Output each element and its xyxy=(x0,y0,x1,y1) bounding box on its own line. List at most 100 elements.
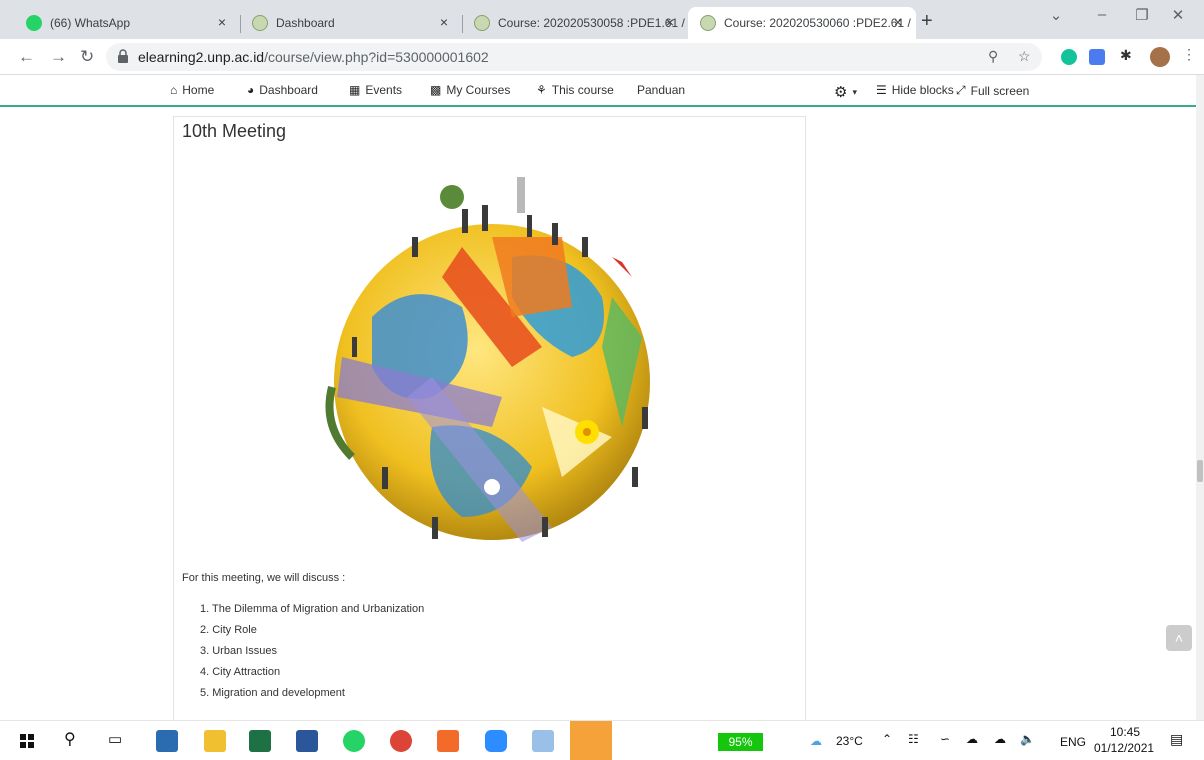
nav-home-label: Home xyxy=(182,83,215,97)
store-icon[interactable] xyxy=(156,730,178,752)
tab-course-pde1[interactable]: Course: 202020530058 :PDE1.61 / × xyxy=(462,7,688,39)
back-to-top-button[interactable]: ˄ xyxy=(1166,625,1192,651)
volume-icon[interactable]: 🔈 xyxy=(1020,732,1035,746)
page-scrollbar[interactable] xyxy=(1196,75,1204,720)
minimize-icon[interactable]: – xyxy=(1090,6,1114,23)
list-item: 5. Migration and development xyxy=(200,687,345,699)
app-icon[interactable] xyxy=(437,730,459,752)
nav-dashboard-label: Dashboard xyxy=(259,83,318,97)
tab-search-icon[interactable]: ⌄ xyxy=(1044,6,1068,24)
nav-home[interactable]: ⌂ Home xyxy=(170,83,214,97)
tab-course-pde2[interactable]: Course: 202020530060 :PDE2.61 / × xyxy=(688,7,916,39)
section-intro: For this meeting, we will discuss : xyxy=(182,572,346,584)
bookmark-star-icon[interactable]: ☆ xyxy=(1018,48,1031,65)
topic-list: 1. The Dilemma of Migration and Urbaniza… xyxy=(200,603,424,708)
whatsapp-taskbar-icon[interactable] xyxy=(343,730,365,752)
wifi-icon[interactable]: ∽ xyxy=(940,732,950,746)
chevron-up-icon[interactable]: ⌃ xyxy=(882,732,892,746)
task-view-icon[interactable]: ▭ xyxy=(108,730,122,748)
course-section-panel: 10th Meeting For this meeting, we will d… xyxy=(173,116,806,720)
moodle-icon xyxy=(252,15,268,31)
briefcase-icon: ▩ xyxy=(430,83,442,97)
file-explorer-icon[interactable] xyxy=(204,730,226,752)
nav-events-label: Events xyxy=(365,83,403,97)
full-screen-label: Full screen xyxy=(970,83,1030,98)
hide-blocks-button[interactable]: ☰ Hide blocks xyxy=(876,83,954,97)
new-tab-button[interactable]: + xyxy=(921,10,933,33)
nav-panduan-label: Panduan xyxy=(637,83,686,97)
back-icon[interactable]: ← xyxy=(18,47,35,67)
chrome-icon[interactable] xyxy=(390,730,412,752)
tab-dashboard[interactable]: Dashboard × xyxy=(240,7,462,39)
url-path: /course/view.php?id=530000001602 xyxy=(264,49,489,65)
tab-whatsapp[interactable]: (66) WhatsApp × xyxy=(14,7,240,39)
close-tab-icon[interactable]: × xyxy=(662,14,678,30)
forward-icon[interactable]: → xyxy=(50,47,67,67)
address-toolbar: ← → ↻ elearning2.unp.ac.id/course/view.p… xyxy=(0,39,1204,75)
reload-icon[interactable]: ↻ xyxy=(80,47,94,67)
browser-tab-strip: (66) WhatsApp × Dashboard × Course: 2020… xyxy=(0,0,1204,39)
nav-dashboard[interactable]: ◕ Dashboard xyxy=(247,83,318,97)
nav-this-course[interactable]: ⚘ This course xyxy=(536,83,614,97)
zoom-app-icon[interactable] xyxy=(485,730,507,752)
list-item: 3. Urban Issues xyxy=(200,645,278,657)
tab-title: Course: 202020530058 :PDE1.61 / xyxy=(498,16,685,30)
lock-icon xyxy=(118,49,128,63)
notes-app-icon[interactable] xyxy=(532,730,554,752)
cloud-sync-icon[interactable]: ☁ xyxy=(966,732,978,746)
close-window-icon[interactable]: ✕ xyxy=(1166,6,1190,24)
profile-avatar[interactable] xyxy=(1150,47,1170,67)
url-host: elearning2.unp.ac.id xyxy=(138,49,265,65)
settings-menu[interactable]: ⚙ ▾ xyxy=(834,83,857,101)
gear-icon: ⚙ xyxy=(834,84,848,101)
notification-icon[interactable]: ▤ xyxy=(1170,731,1183,748)
zoom-icon[interactable]: ⚲ xyxy=(988,48,998,65)
nav-events[interactable]: ▦ Events xyxy=(349,83,402,97)
close-tab-icon[interactable]: × xyxy=(436,14,452,30)
page-content: 10th Meeting For this meeting, we will d… xyxy=(0,108,1196,720)
close-tab-icon[interactable]: × xyxy=(890,14,906,30)
search-icon[interactable]: ⚲ xyxy=(64,729,76,749)
translate-extension-icon[interactable] xyxy=(1089,49,1105,65)
full-screen-button[interactable]: ⤢ Full screen xyxy=(956,83,1029,98)
list-item: 1. The Dilemma of Migration and Urbaniza… xyxy=(200,603,425,615)
language-indicator[interactable]: ENG xyxy=(1060,735,1086,749)
url-text[interactable]: elearning2.unp.ac.id/course/view.php?id=… xyxy=(138,49,489,65)
grammarly-icon[interactable] xyxy=(1061,49,1077,65)
windows-taskbar: ⚲ ▭ 95% ☁ 23°C ⌃ ☷ ∽ ☁ ☁ 🔈 ENG 10:45 01/… xyxy=(0,720,1204,760)
nav-this-course-label: This course xyxy=(551,83,614,97)
excel-icon[interactable] xyxy=(249,730,271,752)
nav-my-courses[interactable]: ▩ My Courses xyxy=(430,83,510,97)
more-menu-icon[interactable]: ⋮ xyxy=(1182,46,1198,62)
weather-icon: ☁ xyxy=(810,734,822,748)
moodle-navbar: ⌂ Home ◕ Dashboard ▦ Events ▩ My Courses ⚘ Th… xyxy=(0,75,1196,107)
dashboard-gauge-icon: ◕ xyxy=(247,83,255,97)
clock-date[interactable]: 01/12/2021 xyxy=(1094,741,1154,755)
nav-my-courses-label: My Courses xyxy=(446,83,511,97)
scrollbar-thumb[interactable] xyxy=(1197,460,1203,482)
moodle-icon xyxy=(474,15,490,31)
meet-now-icon[interactable]: ☷ xyxy=(908,732,919,746)
weather-temp[interactable]: 23°C xyxy=(836,734,863,748)
whatsapp-icon xyxy=(26,15,42,31)
hide-blocks-icon: ☰ xyxy=(876,83,887,97)
tab-title: Course: 202020530060 :PDE2.61 / xyxy=(724,16,911,30)
address-bar[interactable]: elearning2.unp.ac.id/course/view.php?id=… xyxy=(106,43,1042,71)
moodle-icon xyxy=(700,15,716,31)
caret-down-icon: ▾ xyxy=(852,86,857,97)
battery-indicator[interactable]: 95% xyxy=(718,733,763,751)
section-title: 10th Meeting xyxy=(182,121,287,141)
list-item: 2. City Role xyxy=(200,624,257,636)
restore-icon[interactable]: ❐ xyxy=(1130,6,1154,24)
windows-start-icon[interactable] xyxy=(20,734,34,748)
calendar-icon: ▦ xyxy=(349,83,361,97)
nav-panduan[interactable]: Panduan xyxy=(637,83,685,97)
word-icon[interactable] xyxy=(296,730,318,752)
expand-icon: ⤢ xyxy=(956,83,966,97)
sticky-notes-icon[interactable] xyxy=(570,721,612,760)
extensions-puzzle-icon[interactable]: ✱ xyxy=(1120,47,1136,63)
tab-title: (66) WhatsApp xyxy=(50,16,131,30)
close-tab-icon[interactable]: × xyxy=(214,14,230,30)
clock-time[interactable]: 10:45 xyxy=(1110,725,1140,739)
onedrive-icon[interactable]: ☁ xyxy=(994,732,1006,746)
